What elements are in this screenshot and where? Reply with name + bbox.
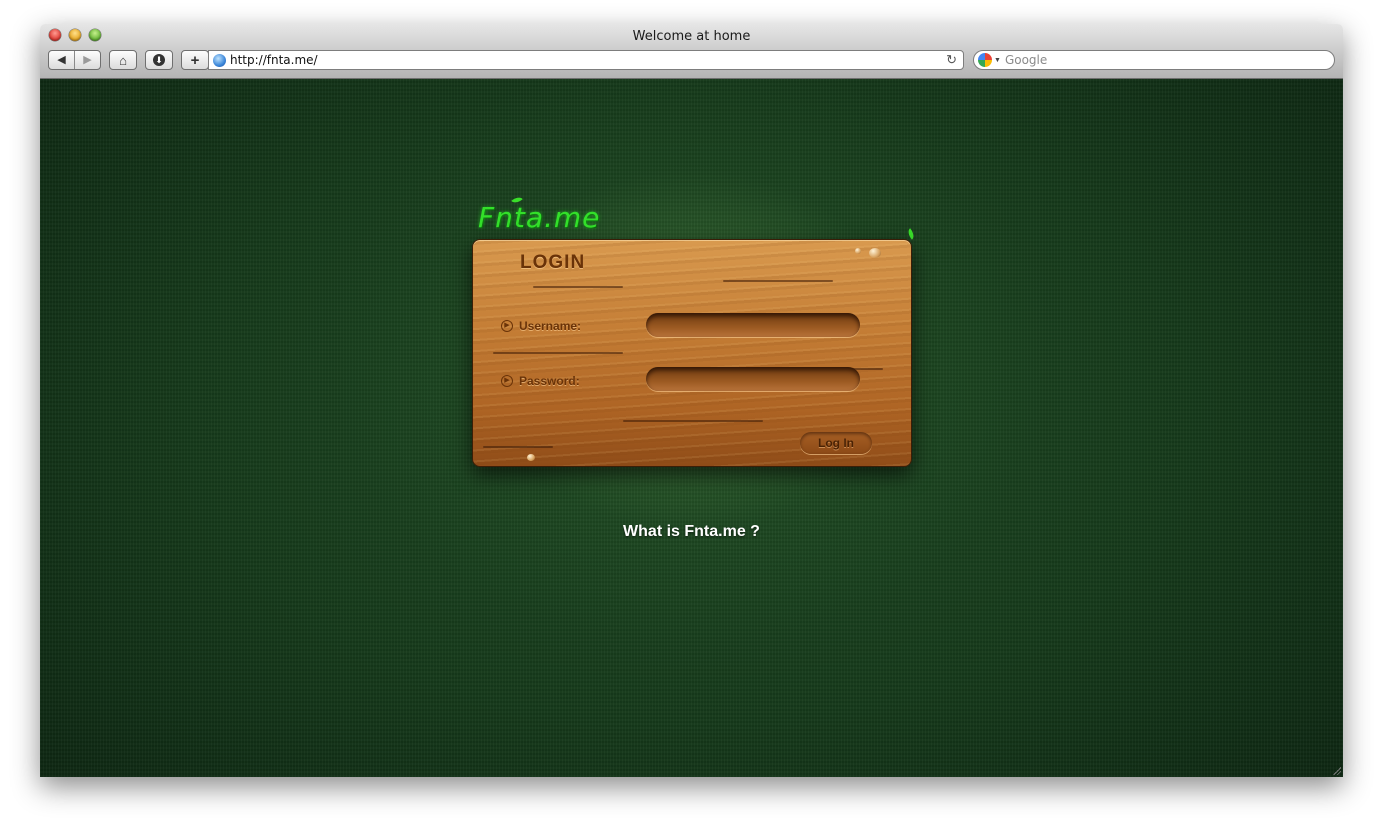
page-content: Fnta.me LOGIN ▶ Username: ▶ Password: Lo… (40, 79, 1343, 777)
panel-title: LOGIN (520, 252, 586, 273)
search-placeholder: Google (1004, 53, 1048, 67)
wood-crack (623, 420, 763, 422)
title-bar: Welcome at home ◀ ▶ ⌂ ⬇ + http://fnta.me… (40, 24, 1343, 79)
what-is-link[interactable]: What is Fnta.me ? (40, 523, 1343, 541)
downloads-button[interactable]: ⬇ (145, 50, 173, 70)
url-text[interactable]: http://fnta.me/ (230, 53, 946, 67)
window-title: Welcome at home (632, 29, 751, 44)
reload-icon[interactable]: ↻ (946, 52, 957, 68)
username-label: Username: (519, 319, 582, 333)
home-button[interactable]: ⌂ (109, 50, 137, 70)
username-row: ▶ Username: (501, 319, 581, 333)
globe-icon (213, 53, 226, 67)
password-row: ▶ Password: (501, 374, 580, 388)
wood-crack (723, 280, 833, 282)
back-arrow-icon[interactable]: ◀ (49, 51, 74, 69)
password-label: Password: (519, 374, 580, 388)
site-logo: Fnta.me (478, 201, 601, 234)
wood-crack (483, 446, 553, 448)
leaf-decoration (905, 228, 917, 240)
arrow-bullet-icon: ▶ (501, 320, 513, 332)
browser-window: Welcome at home ◀ ▶ ⌂ ⬇ + http://fnta.me… (40, 24, 1343, 777)
water-drop (855, 248, 861, 254)
back-forward-buttons: ◀ ▶ (48, 50, 101, 70)
password-input[interactable] (646, 367, 860, 391)
home-icon: ⌂ (119, 52, 127, 68)
wood-crack (533, 286, 623, 288)
arrow-bullet-icon: ▶ (501, 375, 513, 387)
address-bar[interactable]: http://fnta.me/ ↻ (208, 50, 964, 70)
add-icon: + (190, 51, 200, 69)
resize-grip[interactable] (1331, 765, 1341, 775)
login-button[interactable]: Log In (800, 432, 872, 454)
google-icon (978, 53, 992, 67)
search-field[interactable]: ▼ Google (973, 50, 1335, 70)
water-drop (869, 248, 881, 258)
username-input[interactable] (646, 313, 860, 337)
chevron-down-icon[interactable]: ▼ (994, 57, 1001, 64)
download-icon: ⬇ (153, 54, 165, 66)
add-bookmark-button[interactable]: + (181, 50, 209, 70)
wood-crack (493, 352, 623, 354)
water-drop (527, 454, 535, 461)
forward-arrow-icon[interactable]: ▶ (75, 51, 100, 69)
login-panel: LOGIN ▶ Username: ▶ Password: Log In (472, 239, 912, 467)
